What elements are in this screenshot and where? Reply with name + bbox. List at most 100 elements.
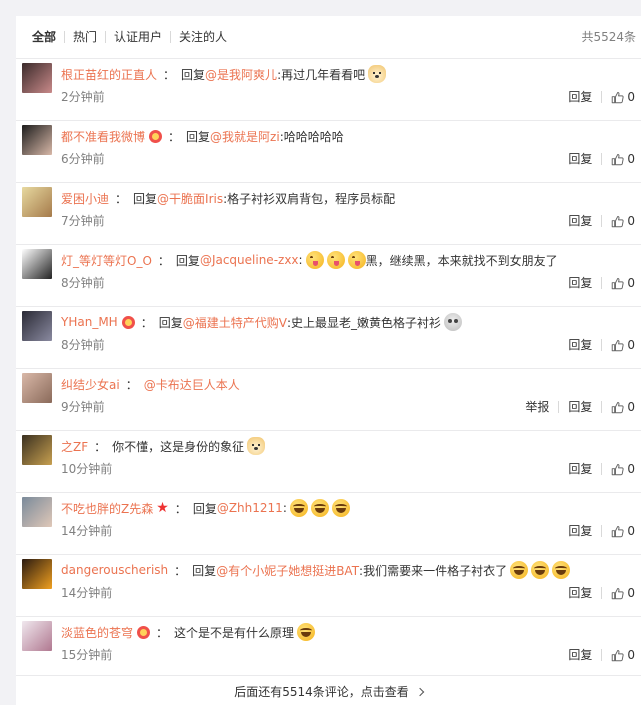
colon-separator: ： [174, 501, 187, 516]
like-button[interactable]: 0 [611, 90, 635, 104]
avatar[interactable] [22, 621, 52, 651]
comment-username[interactable]: 根正苗红的正直人 [61, 66, 157, 83]
comment-username[interactable]: YHan_MH [61, 315, 118, 329]
comment-content: 灯_等灯等灯O_O ： 回复 @Jacqueline-zxx: 黑，继续黑，本来就找不到… [61, 249, 558, 271]
colon-separator: ： [125, 377, 138, 392]
thumbs-up-icon [612, 277, 624, 289]
avatar[interactable] [22, 435, 52, 465]
comment-text: :我们需要来一件格子衬衣了 [359, 563, 508, 578]
comment-username[interactable]: dangerouscherish [61, 563, 168, 577]
mention-link[interactable]: @干脆面Iris [157, 190, 223, 207]
comment-time: 15分钟前 [61, 648, 113, 662]
action-divider [601, 587, 603, 599]
like-button[interactable]: 0 [611, 524, 635, 538]
load-more-bar: 后面还有5514条评论，点击查看 [16, 675, 641, 705]
action-divider [601, 401, 603, 413]
mention-link[interactable]: @有个小妮子她想挺进BAT [216, 562, 359, 579]
colon-separator: ： [174, 563, 187, 578]
avatar[interactable] [22, 63, 52, 93]
comment-item: 之ZF ： 你不懂，这是身份的象征 10分钟前 回复 0 [16, 430, 641, 492]
thumbs-up-icon [612, 401, 624, 413]
like-count: 0 [627, 276, 635, 290]
reply-button[interactable]: 回复 [568, 276, 592, 290]
reply-prefix: 回复 [192, 501, 217, 516]
like-count: 0 [627, 462, 635, 476]
comment-username[interactable]: 不吃也胖的Z先森 [61, 500, 153, 517]
tab-following[interactable]: 关注的人 [171, 30, 235, 44]
avatar[interactable] [22, 187, 52, 217]
like-button[interactable]: 0 [611, 462, 635, 476]
mention-link[interactable]: @卡布达巨人本人 [144, 376, 240, 393]
action-divider [601, 463, 603, 475]
filter-bar: 全部 热门 认证用户 关注的人 共5524条 [16, 16, 641, 58]
comment-username[interactable]: 之ZF [61, 438, 88, 455]
comment-time: 2分钟前 [61, 90, 105, 104]
avatar[interactable] [22, 559, 52, 589]
reply-button[interactable]: 回复 [568, 152, 592, 166]
report-button[interactable]: 举报 [525, 400, 549, 414]
tab-verified[interactable]: 认证用户 [106, 30, 170, 44]
colon-separator: ： [157, 253, 170, 268]
reply-button[interactable]: 回复 [568, 648, 592, 662]
laugh-emoji-icon [552, 561, 571, 579]
tab-hot[interactable]: 热门 [65, 30, 105, 44]
tab-all[interactable]: 全部 [32, 30, 64, 44]
avatar[interactable] [22, 125, 52, 155]
laugh-emoji-icon [531, 561, 550, 579]
mention-link[interactable]: @Jacqueline-zxx [200, 253, 299, 267]
like-button[interactable]: 0 [611, 276, 635, 290]
reply-button[interactable]: 回复 [568, 338, 592, 352]
action-divider [601, 525, 603, 537]
reply-prefix: 回复 [186, 129, 211, 144]
laugh-emoji-icon [297, 623, 316, 641]
comment-username[interactable]: 纠结少女ai [61, 376, 120, 393]
like-count: 0 [627, 586, 635, 600]
like-button[interactable]: 0 [611, 648, 635, 662]
reply-prefix: 回复 [158, 315, 183, 330]
comment-text: : [282, 501, 287, 515]
comment-actions: 回复 0 [550, 586, 635, 600]
mention-link[interactable]: @是我阿爽儿 [205, 66, 277, 83]
comment-actions: 回复 0 [550, 214, 635, 228]
comment-username[interactable]: 灯_等灯等灯O_O [61, 252, 152, 269]
reply-prefix: 回复 [175, 253, 200, 268]
like-count: 0 [627, 648, 635, 662]
laugh-emoji-icon [331, 499, 350, 517]
comment-username[interactable]: 都不准看我微博 [61, 128, 145, 145]
load-more-link[interactable]: 后面还有5514条评论，点击查看 [234, 683, 425, 700]
reply-button[interactable]: 回复 [568, 462, 592, 476]
reply-button[interactable]: 回复 [568, 400, 592, 414]
reply-button[interactable]: 回复 [568, 586, 592, 600]
comment-time: 9分钟前 [61, 400, 105, 414]
comment-text: 你不懂，这是身份的象征 [112, 439, 245, 454]
comment-text: 这个是不是有什么原理 [174, 625, 295, 640]
mention-link[interactable]: @福建土特产代购V [183, 314, 287, 331]
yum-emoji-icon [326, 251, 345, 269]
mention-link[interactable]: @我就是阿zi [210, 128, 280, 145]
colon-separator: ： [140, 315, 153, 330]
mention-link[interactable]: @Zhh1211 [217, 501, 283, 515]
avatar[interactable] [22, 249, 52, 279]
reply-button[interactable]: 回复 [568, 90, 592, 104]
avatar[interactable] [22, 311, 52, 341]
avatar[interactable] [22, 497, 52, 527]
like-button[interactable]: 0 [611, 152, 635, 166]
reply-button[interactable]: 回复 [568, 524, 592, 538]
comment-actions: 回复 0 [550, 338, 635, 352]
comment-time: 8分钟前 [61, 276, 105, 290]
chevron-right-icon [415, 687, 425, 696]
laugh-emoji-icon [510, 561, 529, 579]
comment-total: 共5524条 [581, 30, 636, 44]
comment-username[interactable]: 爱困小迪 [61, 190, 109, 207]
like-button[interactable]: 0 [611, 586, 635, 600]
like-button[interactable]: 0 [611, 400, 635, 414]
like-button[interactable]: 0 [611, 338, 635, 352]
comment-item: YHan_MH：回复 @福建土特产代购V:史上最显老_嫩黄色格子衬衫 8分钟前 回复 0 [16, 306, 641, 368]
like-button[interactable]: 0 [611, 214, 635, 228]
comment-username[interactable]: 淡蓝色的苍穹 [61, 624, 133, 641]
vip-badge-icon [137, 625, 151, 639]
reply-button[interactable]: 回复 [568, 214, 592, 228]
avatar[interactable] [22, 373, 52, 403]
comment-text: : [298, 253, 303, 267]
colon-separator: ： [115, 191, 128, 206]
